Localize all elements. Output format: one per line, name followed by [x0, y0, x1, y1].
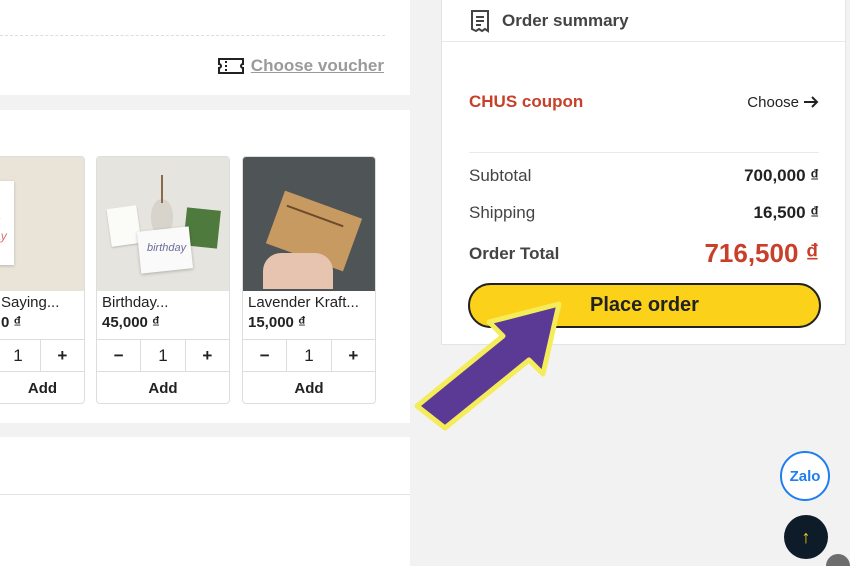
- content-panel: [0, 437, 410, 566]
- choose-voucher-label: Choose voucher: [250, 56, 384, 75]
- choose-coupon-label: Choose: [747, 93, 799, 111]
- order-total-label: Order Total: [469, 243, 560, 263]
- product-price: 45,000 ₫: [102, 314, 160, 331]
- product-image: [243, 157, 375, 291]
- scroll-to-top-button[interactable]: ↑: [784, 515, 828, 559]
- quantity-value[interactable]: 1: [0, 340, 41, 371]
- coupon-label: CHUS coupon: [469, 92, 584, 111]
- shipping-row: Shipping 16,500 ₫: [469, 203, 819, 223]
- decrement-button[interactable]: −: [243, 340, 286, 371]
- order-summary-title: Order summary: [502, 10, 629, 30]
- add-button[interactable]: Add: [0, 372, 84, 403]
- quantity-stepper: − 1 +: [0, 339, 84, 372]
- subtotal-row: Subtotal 700,000 ₫: [469, 166, 819, 186]
- product-price: 15,000 ₫: [248, 314, 306, 331]
- subtotal-value: 700,000 ₫: [744, 166, 819, 185]
- coupon-row: CHUS coupon Choose: [469, 92, 819, 112]
- floating-widget[interactable]: [826, 554, 850, 566]
- product-card: HAPPY birthday Saying... 0 ₫ − 1 + Add: [0, 156, 85, 404]
- add-button[interactable]: Add: [243, 372, 375, 403]
- divider: [0, 494, 410, 495]
- divider: [469, 152, 819, 153]
- quantity-value[interactable]: 1: [140, 340, 186, 371]
- order-total-value: 716,500 ₫: [704, 238, 819, 268]
- quantity-stepper: − 1 +: [97, 339, 229, 372]
- shipping-value: 16,500 ₫: [753, 203, 819, 222]
- product-price: 0 ₫: [1, 314, 22, 331]
- arrow-right-icon: [804, 96, 819, 108]
- subtotal-label: Subtotal: [469, 166, 532, 185]
- add-button[interactable]: Add: [97, 372, 229, 403]
- choose-coupon-button[interactable]: Choose: [747, 94, 819, 111]
- product-name: Saying...: [1, 294, 60, 311]
- increment-button[interactable]: +: [332, 340, 375, 371]
- product-card: Lavender Kraft... 15,000 ₫ − 1 + Add: [242, 156, 376, 404]
- order-summary-panel: Order summary CHUS coupon Choose Subtota…: [441, 0, 846, 345]
- arrow-up-icon: ↑: [801, 526, 811, 547]
- receipt-icon: [471, 9, 489, 33]
- decrement-button[interactable]: −: [97, 340, 140, 371]
- product-name: Lavender Kraft...: [248, 294, 359, 311]
- order-summary-header: Order summary: [442, 0, 845, 42]
- order-total-row: Order Total 716,500 ₫: [469, 238, 819, 269]
- increment-button[interactable]: +: [41, 340, 84, 371]
- product-name: Birthday...: [102, 294, 169, 311]
- suggested-products-panel: HAPPY birthday Saying... 0 ₫ − 1 + Add b…: [0, 110, 410, 423]
- product-image: birthday: [97, 157, 229, 291]
- quantity-stepper: − 1 +: [243, 339, 375, 372]
- voucher-panel: Choose voucher: [0, 0, 410, 95]
- product-image: HAPPY birthday: [0, 157, 84, 291]
- quantity-value[interactable]: 1: [286, 340, 332, 371]
- divider: [0, 35, 385, 36]
- ticket-icon: [217, 58, 244, 74]
- increment-button[interactable]: +: [186, 340, 229, 371]
- product-card: birthday Birthday... 45,000 ₫ − 1 + Add: [96, 156, 230, 404]
- pointer-arrow-annotation: [414, 301, 562, 431]
- zalo-chat-button[interactable]: Zalo: [780, 451, 830, 501]
- shipping-label: Shipping: [469, 203, 536, 222]
- choose-voucher-link[interactable]: Choose voucher: [217, 56, 384, 76]
